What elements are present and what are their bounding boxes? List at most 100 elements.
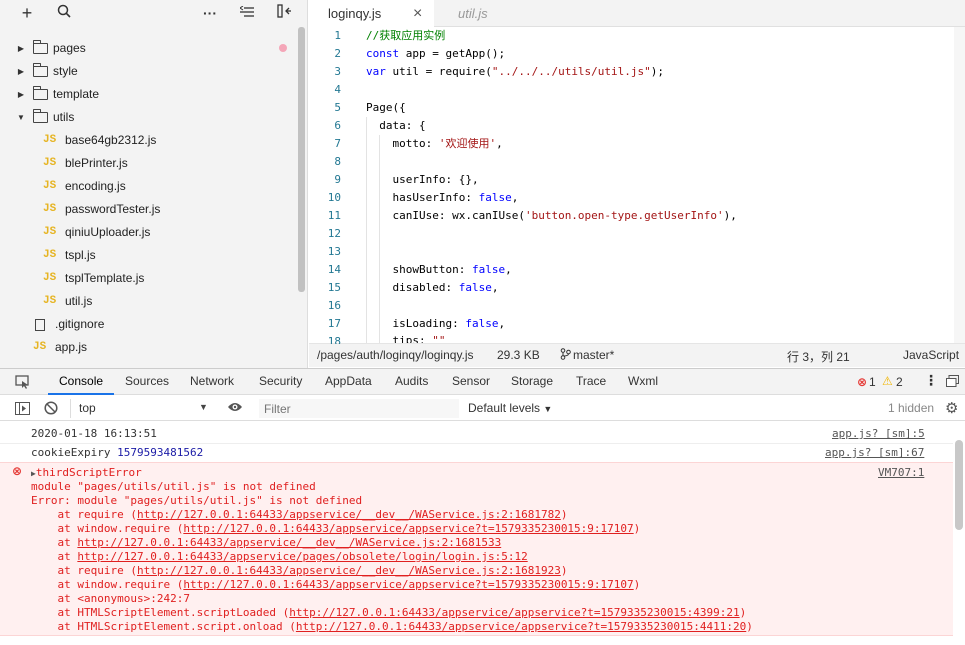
source-link[interactable]: VM707:1 xyxy=(878,466,924,479)
file-icon xyxy=(35,319,45,331)
file-tree-label: app.js xyxy=(55,340,88,354)
cursor-position[interactable]: 行 3，列 21 xyxy=(787,348,850,365)
file-tree-item[interactable]: JS base64gb2312.js xyxy=(0,129,296,152)
gear-icon[interactable]: ⚙ xyxy=(945,399,958,417)
tab-util-js[interactable]: util.js xyxy=(434,0,544,27)
console-filter-input[interactable] xyxy=(259,399,459,418)
file-tree-label: passwordTester.js xyxy=(65,202,161,216)
devtools-tab-sensor[interactable]: Sensor xyxy=(452,374,490,388)
code-line: hasUserInfo: false, xyxy=(366,191,519,204)
dock-icon[interactable] xyxy=(946,375,959,390)
file-tree-label: tsplTemplate.js xyxy=(65,271,145,285)
file-tree-item[interactable]: .gitignore xyxy=(0,313,296,336)
code-line: canIUse: wx.canIUse('button.open-type.ge… xyxy=(366,209,737,222)
devtools-tab-storage[interactable]: Storage xyxy=(511,374,553,388)
chevron-down-icon[interactable]: ▼ xyxy=(16,106,26,129)
js-file-icon: JS xyxy=(43,157,57,169)
stack-frame-text: ) xyxy=(560,564,568,577)
file-tree-label: blePrinter.js xyxy=(65,156,128,170)
file-tree-item[interactable]: JS passwordTester.js xyxy=(0,198,296,221)
js-file-icon: JS xyxy=(43,226,57,238)
close-icon[interactable]: × xyxy=(413,0,422,27)
code-line: const app = getApp(); xyxy=(366,47,506,60)
file-tree-item[interactable]: JS tsplTemplate.js xyxy=(0,267,296,290)
devtools-tab-console[interactable]: Console xyxy=(59,374,103,388)
context-select[interactable]: top ▼ xyxy=(70,399,216,418)
file-tree-item[interactable]: JS blePrinter.js xyxy=(0,152,296,175)
error-line: module "pages/utils/util.js" is not defi… xyxy=(31,480,316,493)
file-tree-item[interactable]: ▶ style xyxy=(0,60,296,83)
error-count[interactable]: 1 xyxy=(869,375,876,389)
stack-frame-link[interactable]: http://127.0.0.1:64433/appservice/appser… xyxy=(289,606,739,619)
devtools-tab-wxml[interactable]: Wxml xyxy=(628,374,658,388)
add-icon[interactable]: + xyxy=(17,4,37,22)
file-tree-item[interactable]: ▶ template xyxy=(0,83,296,106)
file-tree-item[interactable]: JS app.js xyxy=(0,336,296,359)
stack-frame: at window.require (http://127.0.0.1:6443… xyxy=(31,522,640,536)
devtools-tab-audits[interactable]: Audits xyxy=(395,374,428,388)
log-label: cookieExpiry xyxy=(31,446,111,459)
code-line: isLoading: false, xyxy=(366,317,506,330)
file-size: 29.3 KB xyxy=(497,348,540,362)
clear-console-icon[interactable] xyxy=(44,401,58,418)
file-tree-label: tspl.js xyxy=(65,248,96,262)
tab-loginqy-js[interactable]: loginqy.js × xyxy=(309,0,434,27)
line-number: 8 xyxy=(334,155,341,168)
context-value: top xyxy=(79,401,96,415)
file-tree-item[interactable]: JS tspl.js xyxy=(0,244,296,267)
stack-frame-text: at <anonymous>:242:7 xyxy=(31,592,190,605)
stack-frame-text: at HTMLScriptElement.scriptLoaded ( xyxy=(31,606,290,619)
js-file-icon: JS xyxy=(33,341,47,353)
stack-frame-link[interactable]: http://127.0.0.1:64433/appservice/__dev_… xyxy=(137,564,561,577)
stack-frame-link[interactable]: http://127.0.0.1:64433/appservice/appser… xyxy=(296,620,746,633)
explorer-toolbar: + ··· xyxy=(0,0,307,27)
source-link[interactable]: app.js? [sm]:67 xyxy=(825,446,924,459)
chevron-right-icon[interactable]: ▶ xyxy=(16,83,26,106)
folder-icon xyxy=(33,40,48,54)
dropdown-arrow-icon: ▼ xyxy=(199,402,208,412)
stack-frame-link[interactable]: http://127.0.0.1:64433/appservice/pages/… xyxy=(77,550,527,563)
stack-frame-text: at window.require ( xyxy=(31,578,184,591)
devtools-tab-sources[interactable]: Sources xyxy=(125,374,169,388)
sidebar-toggle-icon[interactable] xyxy=(15,402,30,418)
stack-frame-text: at require ( xyxy=(31,508,137,521)
file-tree-item[interactable]: JS util.js xyxy=(0,290,296,313)
git-branch[interactable]: master* xyxy=(573,348,614,362)
collapse-all-icon[interactable] xyxy=(237,4,257,22)
stack-frame: at HTMLScriptElement.scriptLoaded (http:… xyxy=(31,606,746,620)
error-title-row[interactable]: ▶thirdScriptError xyxy=(31,466,142,480)
warning-count[interactable]: 2 xyxy=(896,375,903,389)
search-icon[interactable] xyxy=(54,4,74,22)
line-number: 17 xyxy=(327,317,341,330)
stack-frame-link[interactable]: http://127.0.0.1:64433/appservice/__dev_… xyxy=(137,508,561,521)
js-file-icon: JS xyxy=(43,295,57,307)
kebab-menu-icon[interactable]: ⋮ xyxy=(924,372,938,389)
log-levels-select[interactable]: Default levels ▼ xyxy=(468,401,552,415)
devtools-tab-appdata[interactable]: AppData xyxy=(325,374,372,388)
source-link[interactable]: app.js? [sm]:5 xyxy=(832,427,925,440)
file-tree-item[interactable]: JS encoding.js xyxy=(0,175,296,198)
sidebar-scrollbar[interactable] xyxy=(298,27,305,292)
devtools-tab-security[interactable]: Security xyxy=(259,374,302,388)
split-panel-icon[interactable] xyxy=(274,4,294,22)
code-line: //获取应用实例 xyxy=(366,29,446,42)
line-number: 14 xyxy=(327,263,341,276)
language-mode[interactable]: JavaScript xyxy=(903,348,959,362)
devtools-tab-network[interactable]: Network xyxy=(190,374,234,388)
inspect-element-icon[interactable] xyxy=(15,375,30,392)
chevron-right-icon[interactable]: ▶ xyxy=(16,37,26,60)
folder-icon xyxy=(33,109,48,123)
more-icon[interactable]: ··· xyxy=(200,4,220,22)
file-tree-item[interactable]: ▼ utils xyxy=(0,106,296,129)
stack-frame-link[interactable]: http://127.0.0.1:64433/appservice/appser… xyxy=(183,522,633,535)
file-tree-item[interactable]: JS qiniuUploader.js xyxy=(0,221,296,244)
stack-frame-link[interactable]: http://127.0.0.1:64433/appservice/appser… xyxy=(183,578,633,591)
eye-icon[interactable] xyxy=(227,401,243,416)
console-scrollbar[interactable] xyxy=(955,440,963,530)
file-tree-item[interactable]: ▶ pages xyxy=(0,37,296,60)
editor-scrollbar[interactable] xyxy=(954,27,965,343)
devtools-tab-trace[interactable]: Trace xyxy=(576,374,606,388)
file-tree-label: encoding.js xyxy=(65,179,126,193)
chevron-right-icon[interactable]: ▶ xyxy=(16,60,26,83)
stack-frame-link[interactable]: http://127.0.0.1:64433/appservice/__dev_… xyxy=(77,536,501,549)
